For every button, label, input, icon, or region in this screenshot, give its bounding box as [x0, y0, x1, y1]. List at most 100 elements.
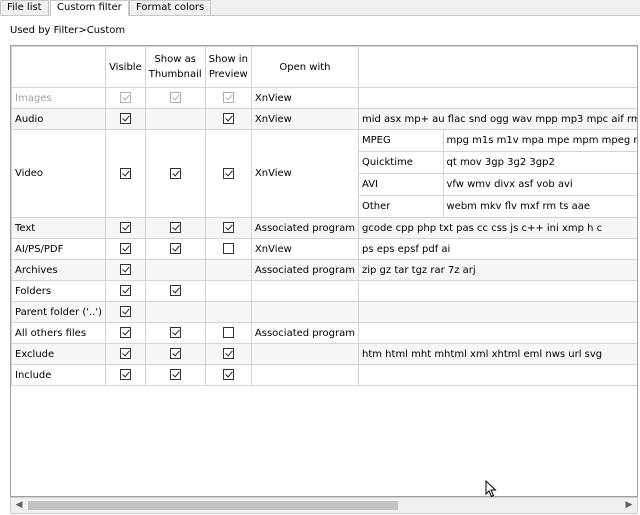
preview-checkbox[interactable] [222, 167, 234, 179]
filter-table: Visible Show as Thumbnail Show in Preview … [11, 46, 637, 386]
subformat-name: Other [359, 195, 444, 217]
mouse-cursor-icon [485, 480, 497, 498]
preview-checkbox[interactable] [222, 92, 234, 104]
preview-checkbox[interactable] [222, 348, 234, 360]
header-visible[interactable]: Visible [105, 46, 146, 88]
extensions-cell[interactable]: mid asx mp+ au flac snd ogg wav mpp mp3 … [358, 108, 637, 130]
horizontal-scrollbar[interactable]: ◀ ▶ [10, 497, 638, 514]
open-with-cell[interactable]: Associated program [250, 322, 360, 344]
table-row-ai-ps-pdf[interactable]: AI/PS/PDF XnView ps eps epsf pdf ai [11, 238, 637, 260]
open-with-cell[interactable]: XnView [250, 238, 360, 260]
header-extensions [358, 46, 637, 88]
visible-checkbox[interactable] [119, 327, 131, 339]
subformat-name: AVI [359, 173, 444, 196]
table-row-audio[interactable]: Audio XnView mid asx mp+ au flac snd ogg… [11, 108, 637, 130]
filter-grid[interactable]: Visible Show as Thumbnail Show in Preview … [10, 45, 638, 497]
visible-checkbox[interactable] [119, 348, 131, 360]
extensions-cell[interactable]: zip gz tar tgz rar 7z arj [358, 259, 637, 281]
row-name: Text [11, 217, 107, 239]
tab-custom-filter[interactable]: Custom filter [50, 0, 129, 16]
extensions-cell[interactable] [358, 301, 637, 323]
scroll-left-arrow-icon[interactable]: ◀ [11, 498, 27, 513]
table-row-parent-folder[interactable]: Parent folder ('..') [11, 301, 637, 323]
table-row-exclude[interactable]: Exclude htm html mht mhtml xml xhtml eml… [11, 343, 637, 365]
tab-bar: File list Custom filter Format colors [0, 0, 640, 16]
preview-checkbox[interactable] [222, 113, 234, 125]
thumbnail-checkbox[interactable] [169, 243, 181, 255]
open-with-cell[interactable]: XnView [250, 129, 360, 218]
row-name: Folders [11, 280, 107, 302]
subformat-extensions[interactable]: vfw wmv divx asf vob avi [443, 173, 637, 196]
thumbnail-checkbox[interactable] [169, 369, 181, 381]
scroll-right-arrow-icon[interactable]: ▶ [621, 498, 637, 513]
open-with-cell[interactable]: XnView [250, 108, 360, 130]
header-preview[interactable]: Show in Preview [204, 46, 252, 88]
table-row-text[interactable]: Text Associated program gcode cpp php tx… [11, 217, 637, 239]
visible-checkbox[interactable] [119, 113, 131, 125]
row-name: All others files [11, 322, 107, 344]
extensions-cell[interactable]: gcode cpp php txt pas cc css js c++ ini … [358, 217, 637, 239]
visible-checkbox[interactable] [119, 306, 131, 318]
thumbnail-checkbox[interactable] [169, 167, 181, 179]
table-row-all-others[interactable]: All others files Associated program [11, 322, 637, 344]
thumbnail-checkbox[interactable] [169, 92, 181, 104]
scrollbar-thumb[interactable] [28, 501, 398, 510]
subformat-row[interactable]: Other webm mkv flv mxf rm ts aae [359, 195, 637, 217]
video-subformats: MPEG mpg m1s m1v mpa mpe mpm mpeg m2v Qui… [358, 129, 637, 218]
table-row-folders[interactable]: Folders [11, 280, 637, 302]
visible-checkbox[interactable] [119, 243, 131, 255]
section-caption: Used by Filter>Custom [10, 25, 126, 36]
row-name: AI/PS/PDF [11, 238, 107, 260]
visible-checkbox[interactable] [119, 285, 131, 297]
tab-format-colors[interactable]: Format colors [129, 0, 212, 15]
visible-checkbox[interactable] [119, 264, 131, 276]
visible-checkbox[interactable] [119, 222, 131, 234]
table-row-images[interactable]: Images XnView [11, 87, 637, 109]
thumbnail-checkbox[interactable] [169, 285, 181, 297]
header-row: Visible Show as Thumbnail Show in Preview … [11, 46, 637, 88]
preview-checkbox[interactable] [222, 369, 234, 381]
visible-checkbox[interactable] [119, 167, 131, 179]
subformat-extensions[interactable]: qt mov 3gp 3g2 3gp2 [443, 151, 637, 174]
table-row-include[interactable]: Include [11, 364, 637, 386]
row-name: Images [11, 87, 107, 109]
row-name: Exclude [11, 343, 107, 365]
extensions-cell[interactable]: htm html mht mhtml xml xhtml eml nws url… [358, 343, 637, 365]
thumbnail-checkbox[interactable] [169, 327, 181, 339]
subformat-name: MPEG [359, 130, 444, 152]
header-open-with[interactable]: Open with [250, 46, 360, 88]
extensions-cell[interactable] [358, 322, 637, 344]
extensions-cell[interactable] [358, 280, 637, 302]
table-row-archives[interactable]: Archives Associated program zip gz tar t… [11, 259, 637, 281]
header-thumbnail[interactable]: Show as Thumbnail [144, 46, 206, 88]
row-name: Include [11, 364, 107, 386]
preview-checkbox[interactable] [222, 222, 234, 234]
open-with-cell[interactable] [250, 280, 360, 302]
subformat-row[interactable]: AVI vfw wmv divx asf vob avi [359, 173, 637, 196]
extensions-cell[interactable] [358, 364, 637, 386]
thumbnail-checkbox[interactable] [169, 222, 181, 234]
visible-checkbox[interactable] [119, 92, 131, 104]
open-with-cell[interactable] [250, 301, 360, 323]
open-with-cell[interactable]: Associated program [250, 259, 360, 281]
table-row-video[interactable]: Video XnView MPEG mpg m1s m1v mpa mpe mpm… [11, 129, 637, 218]
open-with-cell[interactable]: Associated program [250, 217, 360, 239]
preview-checkbox[interactable] [222, 327, 234, 339]
open-with-cell[interactable]: XnView [250, 87, 360, 109]
open-with-cell[interactable] [250, 364, 360, 386]
extensions-cell[interactable]: ps eps epsf pdf ai [358, 238, 637, 260]
thumbnail-checkbox[interactable] [169, 348, 181, 360]
visible-checkbox[interactable] [119, 369, 131, 381]
row-name: Archives [11, 259, 107, 281]
subformat-extensions[interactable]: webm mkv flv mxf rm ts aae [443, 196, 637, 217]
row-name: Audio [11, 108, 107, 130]
extensions-cell[interactable] [358, 87, 637, 109]
subformat-row[interactable]: MPEG mpg m1s m1v mpa mpe mpm mpeg m2v [359, 130, 637, 152]
open-with-cell[interactable] [250, 343, 360, 365]
subformat-extensions[interactable]: mpg m1s m1v mpa mpe mpm mpeg m2v [443, 130, 637, 152]
subformat-row[interactable]: Quicktime qt mov 3gp 3g2 3gp2 [359, 151, 637, 174]
row-name: Parent folder ('..') [11, 301, 107, 323]
tab-file-list[interactable]: File list [0, 0, 49, 15]
row-name: Video [11, 129, 107, 218]
preview-checkbox[interactable] [222, 243, 234, 255]
